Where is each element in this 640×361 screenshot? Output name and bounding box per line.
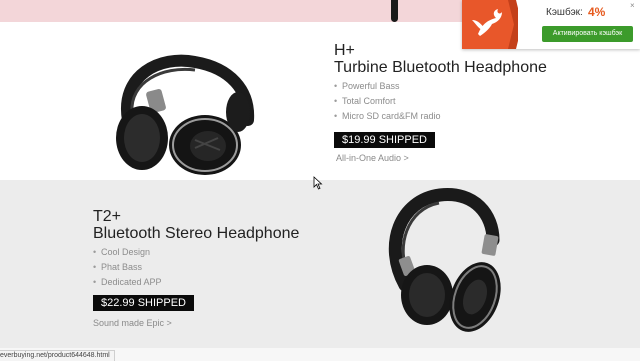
status-bar-url: everbuying.net/product644648.html	[0, 350, 115, 361]
feature-item: Phat Bass	[93, 260, 162, 275]
feature-item: Powerful Bass	[334, 79, 441, 94]
cashback-label: Кэшбэк:	[546, 7, 583, 18]
cashback-percent: 4%	[588, 5, 606, 19]
feature-item: Dedicated APP	[93, 275, 162, 290]
product-panel-t2-plus: T2+ Bluetooth Stereo Headphone Cool Desi…	[0, 180, 640, 348]
mouse-cursor-icon	[313, 176, 323, 190]
buy-button-h-plus[interactable]: $19.99 SHIPPED	[334, 132, 435, 148]
h-plus-headphone-image[interactable]	[100, 50, 270, 180]
buy-button-t2-plus[interactable]: $22.99 SHIPPED	[93, 295, 194, 311]
headphone-cable-image	[391, 0, 398, 22]
feature-item: Cool Design	[93, 245, 162, 260]
feature-item: Total Comfort	[334, 94, 441, 109]
product-title-h-plus: H+	[334, 42, 355, 59]
product-subtitle-t2-plus: Bluetooth Stereo Headphone	[93, 225, 300, 242]
close-icon[interactable]: ×	[630, 1, 635, 10]
product-title-t2-plus: T2+	[93, 208, 122, 225]
feature-list-t2-plus: Cool Design Phat Bass Dedicated APP	[93, 245, 162, 290]
feature-list-h-plus: Powerful Bass Total Comfort Micro SD car…	[334, 79, 441, 124]
sound-made-epic-link[interactable]: Sound made Epic >	[93, 318, 172, 328]
product-subtitle-h-plus: Turbine Bluetooth Headphone	[334, 59, 547, 76]
activate-cashback-button[interactable]: Активировать кэшбэк	[542, 26, 633, 42]
cashback-logo-icon	[462, 0, 518, 49]
t2-plus-headphone-image[interactable]	[375, 185, 525, 345]
all-in-one-audio-link[interactable]: All-in-One Audio >	[336, 153, 409, 163]
cashback-widget: Кэшбэк: 4% Активировать кэшбэк ×	[462, 0, 640, 49]
feature-item: Micro SD card&FM radio	[334, 109, 441, 124]
